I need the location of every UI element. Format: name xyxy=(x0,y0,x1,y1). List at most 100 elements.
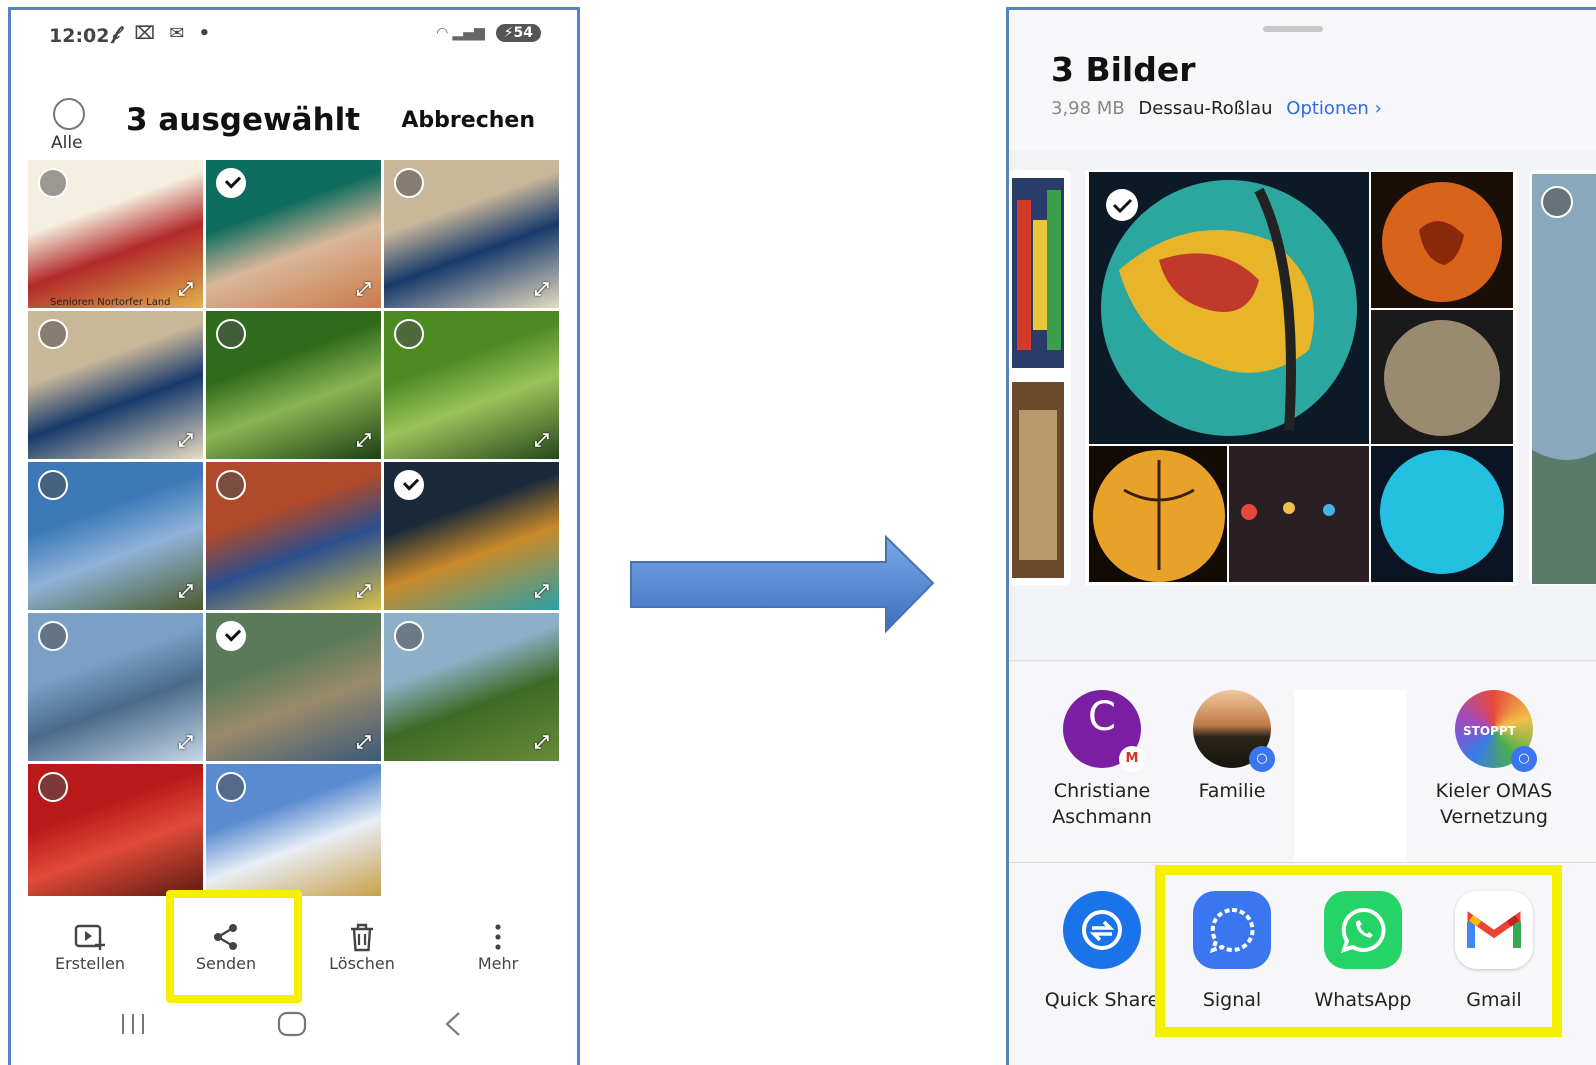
expand-icon[interactable]: ⤢ xyxy=(357,279,371,300)
location-label: Dessau-Roßlau xyxy=(1138,98,1273,119)
photo-thumbnail[interactable]: ⤢ xyxy=(384,160,559,308)
select-all-label: Alle xyxy=(51,133,83,153)
contact-name: Kieler OMAS xyxy=(1435,780,1553,802)
group-logo-icon: STOPPT xyxy=(1463,724,1516,738)
home-icon[interactable] xyxy=(277,1011,307,1037)
photo-thumbnail[interactable]: ⤢ xyxy=(384,613,559,761)
avatar: C M xyxy=(1063,690,1145,772)
expand-icon[interactable]: ⤢ xyxy=(179,430,193,451)
checked-circle-icon[interactable] xyxy=(394,470,424,500)
unchecked-circle-icon[interactable] xyxy=(38,621,68,651)
signal-badge-icon: ○ xyxy=(1511,746,1537,772)
unchecked-circle-icon[interactable] xyxy=(216,470,246,500)
expand-icon[interactable]: ⤢ xyxy=(357,732,371,753)
avatar: ○ xyxy=(1193,690,1275,772)
photo-thumbnail[interactable]: ⤢ xyxy=(206,160,381,308)
thumbnail-caption: Senioren Nortorfer Land xyxy=(50,297,171,308)
contact-name: Aschmann xyxy=(1052,806,1152,828)
contact-hidden[interactable] xyxy=(1294,690,1406,862)
expand-icon[interactable]: ⤢ xyxy=(535,732,549,753)
app-label: Quick Share xyxy=(1044,989,1160,1011)
photo-thumbnail[interactable]: ⤢ xyxy=(384,311,559,459)
chevron-right-icon: › xyxy=(1374,98,1382,119)
expand-icon[interactable]: ⤢ xyxy=(179,279,193,300)
selection-header: Alle 3 ausgewählt Abbrechen xyxy=(11,90,577,160)
photo-thumbnail[interactable]: Senioren Nortorfer Land ⤢ xyxy=(28,160,203,308)
action-bar: Erstellen Senden Löschen Mehr xyxy=(11,890,577,1003)
avatar: STOPPT ○ xyxy=(1455,690,1537,772)
gmail-badge-icon: M xyxy=(1119,746,1145,772)
direct-share-row: C M Christiane Aschmann ○ Familie STOPPT… xyxy=(1009,662,1596,862)
photo-thumbnail[interactable]: ⤢ xyxy=(206,613,381,761)
contact-familie[interactable]: ○ Familie xyxy=(1167,690,1297,804)
unchecked-circle-icon[interactable] xyxy=(216,772,246,802)
unchecked-circle-icon[interactable] xyxy=(38,470,68,500)
expand-icon[interactable]: ⤢ xyxy=(535,279,549,300)
drag-handle[interactable] xyxy=(1263,26,1323,32)
photo-thumbnail[interactable]: ⤢ xyxy=(384,462,559,610)
selected-check-icon[interactable] xyxy=(1106,189,1138,221)
unchecked-circle-icon[interactable] xyxy=(394,168,424,198)
battery-indicator: ⚡54 xyxy=(495,24,541,42)
photo-thumbnail[interactable]: ⤢ xyxy=(28,613,203,761)
photo-thumbnail[interactable]: ⤢ xyxy=(28,462,203,610)
expand-icon[interactable]: ⤢ xyxy=(357,430,371,451)
contact-christiane[interactable]: C M Christiane Aschmann xyxy=(1037,690,1167,830)
expand-icon[interactable]: ⤢ xyxy=(179,732,193,753)
photo-thumbnail[interactable]: ⤢ xyxy=(28,311,203,459)
notification-icons: 𝓯 ⌧ ✉ • xyxy=(111,23,215,44)
photo-grid: Senioren Nortorfer Land ⤢ ⤢ ⤢ ⤢ ⤢ ⤢ ⤢ ⤢ ⤢ ⤢ ⤢ ⤢ xyxy=(28,160,563,900)
expand-icon[interactable]: ⤢ xyxy=(535,581,549,602)
create-icon xyxy=(35,920,145,954)
system-nav-bar xyxy=(11,1000,577,1060)
checked-circle-icon[interactable] xyxy=(216,621,246,651)
expand-icon[interactable]: ⤢ xyxy=(179,581,193,602)
cancel-button[interactable]: Abbrechen xyxy=(401,108,535,133)
unchecked-circle-icon[interactable] xyxy=(394,319,424,349)
unchecked-circle-icon[interactable] xyxy=(38,168,68,198)
unchecked-circle-icon[interactable] xyxy=(394,621,424,651)
delete-button[interactable]: Löschen xyxy=(307,920,417,973)
contact-kieler-omas[interactable]: STOPPT ○ Kieler OMAS Vernetzung xyxy=(1429,690,1559,830)
unchecked-circle-icon[interactable] xyxy=(38,319,68,349)
contact-name: Vernetzung xyxy=(1440,806,1548,828)
preview-image-selected[interactable] xyxy=(1085,170,1517,585)
photo-thumbnail[interactable]: ⤢ xyxy=(206,311,381,459)
create-button[interactable]: Erstellen xyxy=(35,920,145,973)
arrow-right-icon xyxy=(630,535,935,634)
signal-wifi-icons: ◠ ▂▄▆ ⚡54 xyxy=(437,24,541,42)
quick-share-icon xyxy=(1063,891,1141,969)
delete-label: Löschen xyxy=(329,954,395,973)
file-size: 3,98 MB xyxy=(1051,98,1125,119)
contact-name: Christiane xyxy=(1053,780,1151,802)
status-bar: 12:02 𝓯 ⌧ ✉ • ◠ ▂▄▆ ⚡54 xyxy=(11,10,577,60)
apps-highlight-box xyxy=(1155,865,1562,1037)
image-preview-carousel[interactable] xyxy=(1009,150,1596,660)
wifi-icon: ◠ xyxy=(436,25,448,41)
recent-apps-icon[interactable] xyxy=(122,1014,144,1034)
status-time: 12:02 xyxy=(49,25,110,47)
gallery-phone-screen: 12:02 𝓯 ⌧ ✉ • ◠ ▂▄▆ ⚡54 Alle 3 ausgewähl… xyxy=(8,7,580,1065)
more-button[interactable]: Mehr xyxy=(443,920,553,973)
more-label: Mehr xyxy=(477,954,519,973)
photo-thumbnail[interactable]: ⤢ xyxy=(206,462,381,610)
share-sheet-header: 3 Bilder 3,98 MB Dessau-Roßlau Optionen … xyxy=(1009,10,1596,150)
options-link[interactable]: Optionen › xyxy=(1286,98,1382,119)
preview-image-next[interactable] xyxy=(1529,170,1596,585)
send-highlight-box xyxy=(166,890,302,1003)
unchecked-circle-icon[interactable] xyxy=(38,772,68,802)
selection-count-title: 3 ausgewählt xyxy=(126,102,361,138)
cell-signal-icon: ▂▄▆ xyxy=(452,25,485,41)
select-all-checkbox[interactable] xyxy=(53,98,85,130)
expand-icon[interactable]: ⤢ xyxy=(535,430,549,451)
photo-thumbnail[interactable] xyxy=(28,764,203,896)
quick-share-button[interactable]: Quick Share xyxy=(1037,891,1167,1013)
trash-icon xyxy=(307,920,417,954)
photo-thumbnail[interactable] xyxy=(206,764,381,896)
checked-circle-icon[interactable] xyxy=(216,168,246,198)
unchecked-circle-icon[interactable] xyxy=(216,319,246,349)
preview-image-previous[interactable] xyxy=(1009,170,1071,585)
expand-icon[interactable]: ⤢ xyxy=(357,581,371,602)
back-icon[interactable] xyxy=(445,1012,460,1036)
divider xyxy=(1009,660,1596,661)
